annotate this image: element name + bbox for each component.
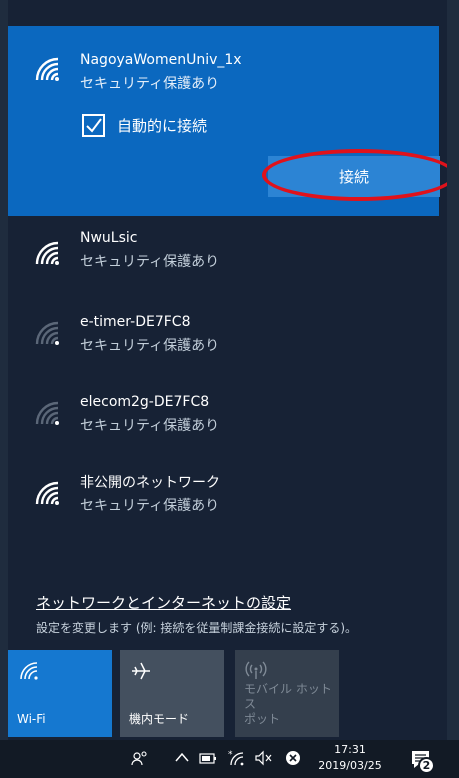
tile-label-line: モバイル ホットス [244,682,332,711]
wifi-signal-icon [34,480,61,507]
taskbar: * 17:31 2019/03/25 2 [0,740,459,778]
network-settings-link[interactable]: ネットワークとインターネットの設定 [36,592,291,613]
people-icon[interactable] [131,749,149,767]
network-security: セキュリティ保護あり [80,76,220,92]
network-security: セキュリティ保護あり [80,418,220,434]
checkmark-icon [86,118,102,133]
network-item[interactable]: NwuLsic セキュリティ保護あり [8,216,439,296]
network-security: セキュリティ保護あり [80,254,220,270]
clock-time: 17:31 [334,743,366,756]
wifi-icon[interactable]: * [227,749,247,767]
network-item[interactable]: elecom2g-DE7FC8 セキュリティ保護あり [8,376,439,456]
battery-icon[interactable] [198,749,218,767]
network-item[interactable]: e-timer-DE7FC8 セキュリティ保護あり [8,296,439,376]
wifi-signal-weak-icon [34,320,61,347]
network-security: セキュリティ保護あり [80,498,220,514]
clock-date: 2019/03/25 [318,759,382,772]
network-name: 非公開のネットワーク [80,475,220,491]
mobile-hotspot-tile[interactable]: モバイル ホットス ポット [235,650,339,737]
wifi-signal-icon [34,240,61,267]
network-flyout-window: NagoyaWomenUniv_1x セキュリティ保護あり 自動的に接続 接続 [0,0,459,778]
error-icon[interactable] [284,749,302,767]
network-settings-description: 設定を変更します (例: 接続を従量制課金接続に設定する)。 [36,621,358,635]
network-name: NwuLsic [80,230,138,246]
window-edge-right [447,0,459,778]
window-edge-left [0,0,8,778]
svg-text:*: * [228,750,233,760]
network-name: elecom2g-DE7FC8 [80,394,210,410]
network-panel: NagoyaWomenUniv_1x セキュリティ保護あり 自動的に接続 接続 [8,0,447,740]
airplane-mode-tile[interactable]: 機内モード [120,650,224,737]
auto-connect-label: 自動的に接続 [117,117,208,135]
tile-label-line: ポット [244,712,281,726]
speaker-muted-icon[interactable] [254,749,274,767]
wifi-signal-weak-icon [34,400,61,427]
network-item-selected[interactable]: NagoyaWomenUniv_1x セキュリティ保護あり 自動的に接続 接続 [8,26,447,216]
airplane-icon [130,660,152,682]
wifi-icon [18,660,40,682]
network-security: セキュリティ保護あり [80,338,220,354]
wifi-toggle-tile[interactable]: Wi-Fi [8,650,112,737]
wifi-signal-icon [34,56,61,83]
highlight-ring [262,149,447,201]
network-name: NagoyaWomenUniv_1x [80,52,242,68]
taskbar-clock[interactable]: 17:31 2019/03/25 [316,742,384,774]
tile-label: モバイル ホットス ポット [244,682,339,727]
network-name: e-timer-DE7FC8 [80,314,191,330]
tile-label: Wi-Fi [17,712,46,726]
network-item[interactable]: 非公開のネットワーク セキュリティ保護あり [8,456,439,536]
chevron-up-icon[interactable] [174,749,190,767]
hotspot-icon [245,660,267,682]
tile-label: 機内モード [129,712,190,726]
auto-connect-checkbox[interactable] [82,114,105,137]
notification-count-badge: 2 [418,757,435,774]
